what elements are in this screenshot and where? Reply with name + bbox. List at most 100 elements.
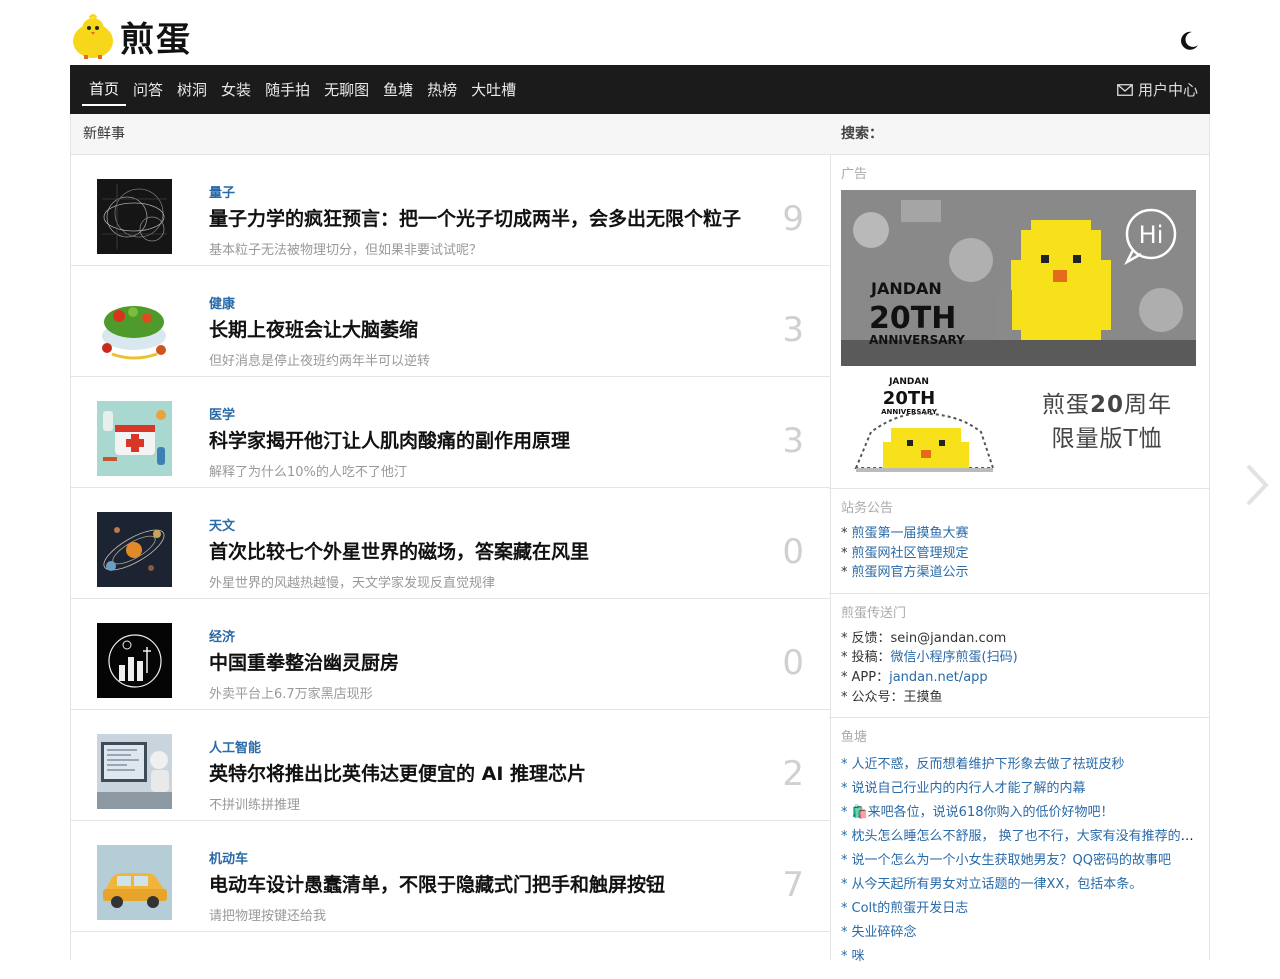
medical-kit-thumbnail-icon bbox=[97, 401, 172, 476]
portal-title: 煎蛋传送门 bbox=[841, 605, 907, 621]
post-title[interactable]: 科学家揭开他汀让人肌肉酸痛的副作用原理 bbox=[209, 426, 570, 453]
fishpond-link[interactable]: 枕头怎么睡怎么不舒服， 换了也不行，大家有没有推荐的枕头 bbox=[852, 829, 1198, 844]
search-label[interactable]: 搜索： bbox=[829, 114, 1209, 155]
post-category[interactable]: 机动车 bbox=[209, 848, 248, 867]
nav-item-pics[interactable]: 无聊图 bbox=[317, 75, 376, 105]
tshirt-ad-image: JANDAN 20TH ANNIVERSARY bbox=[854, 377, 995, 472]
news-item[interactable]: 机动车 电动车设计愚蠢清单，不限于隐藏式门把手和触屏按钮 请把物理按键还给我 7 bbox=[71, 821, 830, 932]
planets-thumbnail-icon bbox=[97, 512, 172, 587]
list-item: * 🛍️来吧各位，说说618你购入的低价好物吧！ bbox=[841, 805, 1114, 821]
comment-count[interactable]: 7 bbox=[782, 865, 804, 905]
chevron-right-icon[interactable] bbox=[1244, 462, 1272, 508]
main-nav: 首页 问答 树洞 女装 随手拍 无聊图 鱼塘 热榜 大吐槽 用户中心 bbox=[70, 65, 1210, 114]
news-item[interactable]: 医学 科学家揭开他汀让人肌肉酸痛的副作用原理 解释了为什么10%的人吃不了他汀 … bbox=[71, 377, 830, 488]
post-title[interactable]: 首次比较七个外星世界的磁场，答案藏在风里 bbox=[209, 537, 589, 564]
fishpond-link[interactable]: 说一个怎么为一个小女生获取她男友？QQ密码的故事吧 bbox=[852, 853, 1171, 868]
portal-label: 公众号： bbox=[851, 689, 904, 705]
submit-link[interactable]: 微信小程序煎蛋(扫码) bbox=[891, 650, 1018, 665]
site-logo[interactable]: 煎蛋 bbox=[70, 12, 192, 61]
nav-item-rant[interactable]: 大吐槽 bbox=[464, 75, 523, 105]
fishpond-link[interactable]: Colt的煎蛋开发日志 bbox=[852, 901, 969, 916]
nav-item-treehole[interactable]: 树洞 bbox=[170, 75, 214, 105]
list-item: * 失业碎碎念 bbox=[841, 925, 917, 941]
post-thumbnail[interactable] bbox=[97, 734, 172, 809]
site-header: 煎蛋 bbox=[70, 0, 1210, 65]
comment-count[interactable]: 0 bbox=[782, 643, 804, 683]
fishpond-section: 鱼塘 * 人近不惑，反而想着维护下形象去做了祛斑皮秒 * 说说自己行业内的内行人才能… bbox=[829, 718, 1209, 979]
fishpond-link[interactable]: 🛍️来吧各位，说说618你购入的低价好物吧！ bbox=[852, 805, 1114, 820]
post-thumbnail[interactable] bbox=[97, 845, 172, 920]
mail-icon bbox=[1117, 83, 1133, 96]
announcements-title: 站务公告 bbox=[841, 501, 894, 516]
nav-item-hot[interactable]: 热榜 bbox=[420, 75, 464, 105]
post-title[interactable]: 中国重拳整治幽灵厨房 bbox=[209, 648, 399, 675]
feedback-email: sein@jandan.com bbox=[890, 630, 1007, 646]
app-link[interactable]: jandan.net/app bbox=[889, 670, 988, 685]
sidebar: 搜索： 广告 Hi JANDAN 20TH ANNIVERSARY JANDAN… bbox=[829, 114, 1210, 964]
news-item[interactable]: 天文 首次比较七个外星世界的磁场，答案藏在风里 外星世界的风越热越慢，天文学家发… bbox=[71, 488, 830, 599]
news-item[interactable]: 经济 中国重拳整治幽灵厨房 外卖平台上6.7万家黑店现形 0 bbox=[71, 599, 830, 710]
comment-count[interactable]: 0 bbox=[782, 532, 804, 572]
post-title[interactable]: 量子力学的疯狂预言：把一个光子切成两半，会多出无限个粒子 bbox=[209, 204, 741, 231]
user-center-link[interactable]: 用户中心 bbox=[1117, 65, 1198, 114]
post-thumbnail[interactable] bbox=[97, 401, 172, 476]
wechat-account: 王摸鱼 bbox=[903, 689, 943, 705]
list-item: * 说说自己行业内的内行人才能了解的内幕 bbox=[841, 781, 1086, 797]
list-item: * 人近不惑，反而想着维护下形象去做了祛斑皮秒 bbox=[841, 757, 1125, 773]
fishpond-link[interactable]: 人近不惑，反而想着维护下形象去做了祛斑皮秒 bbox=[852, 757, 1125, 772]
news-item[interactable]: 人工智能 英特尔将推出比英伟达更便宜的 AI 推理芯片 不拼训练拼推理 2 bbox=[71, 710, 830, 821]
salad-thumbnail-icon bbox=[97, 290, 172, 365]
post-subtitle: 不拼训练拼推理 bbox=[209, 798, 301, 813]
fishpond-link[interactable]: 说说自己行业内的内行人才能了解的内幕 bbox=[852, 781, 1086, 796]
economy-chart-thumbnail-icon bbox=[97, 623, 172, 698]
nav-item-girls[interactable]: 女装 bbox=[214, 75, 258, 105]
comment-count[interactable]: 3 bbox=[782, 421, 804, 461]
anniversary-banner[interactable]: Hi JANDAN 20TH ANNIVERSARY bbox=[841, 190, 1196, 366]
comment-count[interactable]: 9 bbox=[782, 199, 804, 239]
nav-item-fishpond[interactable]: 鱼塘 bbox=[376, 75, 420, 105]
fishpond-link[interactable]: 咪 bbox=[852, 949, 865, 964]
announcement-link[interactable]: 煎蛋第一届摸鱼大赛 bbox=[852, 526, 969, 541]
post-thumbnail[interactable] bbox=[97, 179, 172, 254]
fishpond-link[interactable]: 失业碎碎念 bbox=[852, 925, 917, 940]
list-item: * 煎蛋第一届摸鱼大赛 bbox=[841, 526, 969, 541]
portal-label: 投稿： bbox=[851, 650, 891, 666]
announcement-link[interactable]: 煎蛋网社区管理规定 bbox=[852, 546, 969, 561]
list-item: * Colt的煎蛋开发日志 bbox=[841, 901, 969, 917]
fishpond-title: 鱼塘 bbox=[841, 730, 868, 746]
announcement-link[interactable]: 煎蛋网官方渠道公示 bbox=[852, 565, 969, 580]
post-category[interactable]: 健康 bbox=[209, 293, 235, 312]
post-category[interactable]: 人工智能 bbox=[209, 737, 261, 756]
post-category[interactable]: 量子 bbox=[209, 182, 235, 201]
news-column: 新鲜事 量子 量子力学的疯狂预言：把一个光子切成两半，会多出无限个粒子 基本粒子… bbox=[70, 114, 831, 960]
announcements-section: 站务公告 * 煎蛋第一届摸鱼大赛 * 煎蛋网社区管理规定 * 煎蛋网官方渠道公示 bbox=[829, 489, 1209, 594]
post-title[interactable]: 电动车设计愚蠢清单，不限于隐藏式门把手和触屏按钮 bbox=[209, 870, 665, 897]
post-thumbnail[interactable] bbox=[97, 290, 172, 365]
nav-item-snapshots[interactable]: 随手拍 bbox=[258, 75, 317, 105]
nav-item-home[interactable]: 首页 bbox=[82, 74, 127, 106]
post-subtitle: 解释了为什么10%的人吃不了他汀 bbox=[209, 465, 407, 480]
banner-line3: ANNIVERSARY bbox=[869, 333, 965, 347]
tshirt-ad-text: 煎蛋20周年 限量版T恤 bbox=[1027, 388, 1187, 456]
post-category[interactable]: 经济 bbox=[209, 626, 235, 645]
nav-item-qa[interactable]: 问答 bbox=[126, 75, 170, 105]
post-title[interactable]: 英特尔将推出比英伟达更便宜的 AI 推理芯片 bbox=[209, 759, 586, 786]
fishpond-link[interactable]: 从今天起所有男女对立话题的一律XX，包括本条。 bbox=[852, 877, 1143, 892]
post-thumbnail[interactable] bbox=[97, 512, 172, 587]
post-thumbnail[interactable] bbox=[97, 623, 172, 698]
moon-icon[interactable] bbox=[1178, 30, 1200, 52]
news-item[interactable]: 健康 长期上夜班会让大脑萎缩 但好消息是停止夜班约两年半可以逆转 3 bbox=[71, 266, 830, 377]
tshirt-ad[interactable]: JANDAN 20TH ANNIVERSARY 煎蛋20周年 限量版T恤 bbox=[841, 370, 1196, 478]
news-section-title: 新鲜事 bbox=[71, 114, 830, 155]
post-title[interactable]: 长期上夜班会让大脑萎缩 bbox=[209, 315, 418, 342]
anniversary-banner-image: Hi JANDAN 20TH ANNIVERSARY bbox=[841, 190, 1196, 366]
comment-count[interactable]: 3 bbox=[782, 310, 804, 350]
user-center-label: 用户中心 bbox=[1137, 81, 1198, 99]
post-category[interactable]: 天文 bbox=[209, 515, 235, 534]
post-category[interactable]: 医学 bbox=[209, 404, 235, 423]
comment-count[interactable]: 2 bbox=[782, 754, 804, 794]
post-subtitle: 基本粒子无法被物理切分，但如果非要试试呢？ bbox=[209, 243, 483, 258]
quantum-thumbnail-icon bbox=[97, 179, 172, 254]
news-item[interactable]: 量子 量子力学的疯狂预言：把一个光子切成两半，会多出无限个粒子 基本粒子无法被物… bbox=[71, 155, 830, 266]
list-item: * 投稿：微信小程序煎蛋(扫码) bbox=[841, 650, 1018, 666]
